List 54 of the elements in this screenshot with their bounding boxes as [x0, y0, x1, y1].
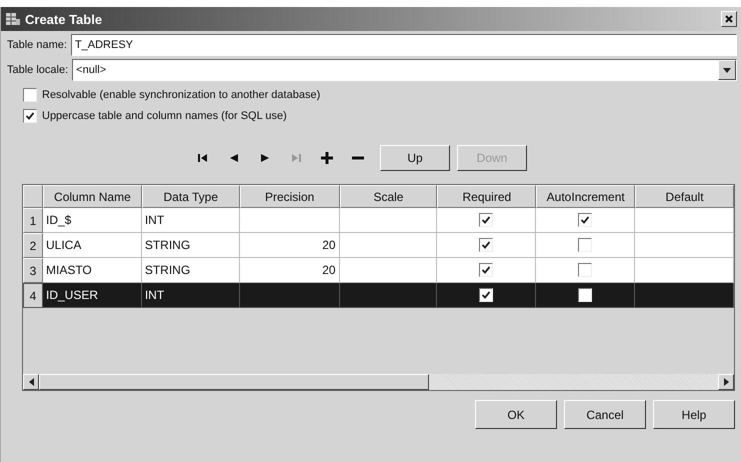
table-cell: INT: [142, 208, 240, 233]
table-cell: ID_USER: [42, 283, 142, 308]
checkbox[interactable]: [479, 263, 494, 277]
scroll-right-icon[interactable]: [718, 374, 734, 390]
checkbox-label: Uppercase table and column names (for SQL use): [42, 110, 287, 122]
column-header[interactable]: Default: [635, 185, 734, 208]
column-header[interactable]: AutoIncrement: [536, 185, 636, 208]
table-cell: STRING: [142, 233, 240, 258]
table-cell: STRING: [142, 258, 240, 283]
table-cell: INT: [142, 283, 240, 308]
close-icon: [725, 15, 733, 23]
checkbox[interactable]: [578, 288, 592, 302]
row-number: 4: [23, 283, 43, 308]
table-cell: 20: [240, 233, 340, 258]
scroll-left-icon[interactable]: [23, 374, 39, 390]
checkbox[interactable]: [578, 238, 592, 252]
last-icon: [290, 152, 302, 164]
dialog-button[interactable]: OK: [475, 400, 557, 429]
column-header[interactable]: Column Name: [42, 185, 142, 208]
table-cell: ID_$: [42, 208, 142, 233]
table-cell: MIASTO: [42, 258, 142, 283]
first-icon: [196, 152, 208, 164]
dialog-button[interactable]: Help: [653, 400, 735, 429]
checkbox-label: Resolvable (enable synchronization to another database): [42, 89, 320, 101]
row-number: 1: [23, 208, 43, 233]
table-icon: [5, 11, 21, 27]
checkbox[interactable]: [578, 213, 592, 227]
plus-icon: [320, 152, 332, 164]
checkbox[interactable]: [23, 88, 37, 102]
horizontal-scrollbar[interactable]: [23, 374, 734, 390]
window-title: Create Table: [25, 12, 104, 26]
checkbox[interactable]: [23, 109, 37, 123]
toolbar-text-button[interactable]: Up: [380, 145, 450, 171]
scrollbar-thumb[interactable]: [39, 374, 429, 390]
table-cell: 20: [240, 258, 340, 283]
row-number: 3: [23, 258, 43, 283]
table-cell: ULICA: [42, 233, 142, 258]
checkbox[interactable]: [479, 238, 494, 252]
name-field[interactable]: T_ADRESY: [70, 34, 737, 56]
field-label: Table name:: [7, 39, 67, 51]
column-header[interactable]: Scale: [340, 185, 438, 208]
dialog-button[interactable]: Cancel: [564, 400, 646, 429]
close-button[interactable]: [721, 11, 737, 27]
checkbox[interactable]: [578, 263, 592, 277]
left-arrow-icon: [228, 152, 240, 164]
right-arrow-icon: [258, 152, 270, 164]
locale-dropdown[interactable]: <null>: [72, 59, 737, 81]
column-header[interactable]: Precision: [240, 185, 340, 208]
column-header[interactable]: Data Type: [142, 185, 240, 208]
checkbox[interactable]: [479, 288, 494, 302]
checkbox[interactable]: [479, 213, 494, 227]
row-number: 2: [23, 233, 43, 258]
column-header[interactable]: Required: [437, 185, 536, 208]
field-label: Table locale:: [7, 64, 68, 76]
